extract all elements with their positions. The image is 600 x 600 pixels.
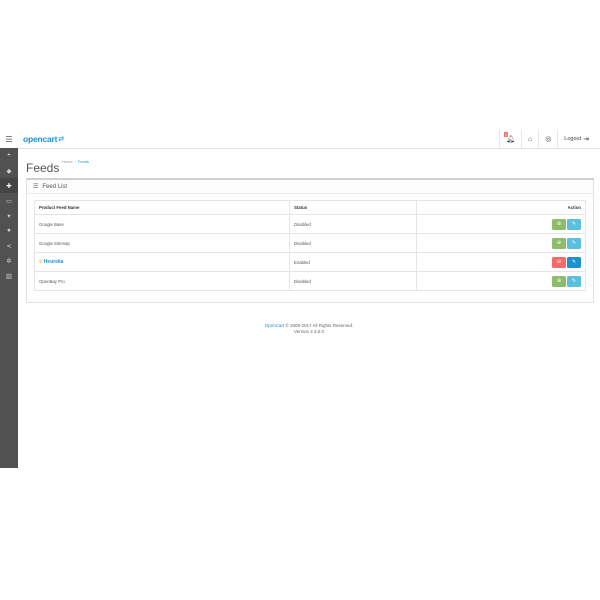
feed-actions: ⊕ ✎ bbox=[416, 271, 586, 291]
alerts-button[interactable]: 0 🔔︎ bbox=[499, 130, 521, 148]
edit-button[interactable]: ✎ bbox=[567, 218, 581, 230]
feed-name: OpenBay Pro bbox=[34, 271, 290, 291]
feed-table: Product Feed Name Status Action Google B… bbox=[34, 200, 586, 291]
pencil-icon: ✎ bbox=[571, 240, 577, 246]
column-header-name: Product Feed Name bbox=[34, 200, 290, 215]
heureka-icon: ⚲ bbox=[39, 259, 43, 265]
footer-version: Version 2.3.0.0 bbox=[293, 329, 325, 334]
table-row: Google Sitemap Disabled ⊕ ✎ bbox=[34, 233, 586, 253]
cart-icon: ⇄ bbox=[58, 136, 65, 143]
opencart-link[interactable]: OpenCart bbox=[265, 323, 285, 328]
help-button[interactable]: ◎ bbox=[538, 130, 557, 148]
page-title: Feeds bbox=[26, 161, 60, 176]
user-icon: ● bbox=[7, 227, 11, 234]
footer-copyright: © 2009-2017 All Rights Reserved. bbox=[285, 323, 354, 328]
panel-heading: ☰ Feed List bbox=[27, 180, 593, 194]
breadcrumb-feeds[interactable]: Feeds bbox=[78, 159, 89, 164]
pencil-icon: ✎ bbox=[571, 278, 577, 284]
pencil-icon: ✎ bbox=[571, 259, 577, 265]
logo-text: opencart bbox=[23, 134, 58, 144]
edit-button[interactable]: ✎ bbox=[567, 275, 581, 287]
install-button[interactable]: ⊕ bbox=[552, 237, 566, 249]
feed-list-panel: ☰ Feed List Product Feed Name Status Act… bbox=[26, 178, 594, 303]
tag-icon: ◆ bbox=[6, 167, 12, 175]
uninstall-button[interactable]: ⊖ bbox=[552, 256, 566, 268]
feed-actions: ⊕ ✎ bbox=[416, 214, 586, 234]
breadcrumb-home[interactable]: Home bbox=[62, 159, 73, 164]
plus-circle-icon: ⊕ bbox=[556, 278, 562, 284]
puzzle-icon: ✚ bbox=[6, 182, 12, 190]
panel-title: Feed List bbox=[42, 183, 68, 190]
sidebar-item-customers[interactable]: ● bbox=[0, 223, 18, 238]
logout-label: Logout bbox=[564, 136, 582, 142]
edit-button[interactable]: ✎ bbox=[567, 237, 581, 249]
share-icon: ≺ bbox=[6, 242, 12, 250]
feed-status: Enabled bbox=[289, 252, 417, 272]
feed-actions: ⊖ ✎ bbox=[416, 252, 586, 272]
header-icons: 0 🔔︎ ⌂ ◎ Logout ⇥ bbox=[499, 130, 595, 148]
table-row: ⚲ Heureka Enabled ⊖ ✎ bbox=[34, 252, 586, 272]
plus-circle-icon: ⊕ bbox=[556, 221, 562, 227]
install-button[interactable]: ⊕ bbox=[552, 275, 566, 287]
home-button[interactable]: ⌂ bbox=[520, 130, 538, 148]
feed-status: Disabled bbox=[289, 233, 417, 253]
opencart-admin: ☰ opencart ⇄ 0 🔔︎ ⌂ ◎ Logout ⇥ ◓ ◆ ✚ ▭ ▾… bbox=[0, 130, 600, 468]
column-header-status: Status bbox=[289, 200, 417, 215]
feed-name: Google Base bbox=[34, 214, 290, 234]
monitor-icon: ▭ bbox=[5, 197, 13, 205]
sidebar-item-dashboard[interactable]: ◓ bbox=[0, 148, 18, 163]
dashboard-icon: ◓ bbox=[7, 152, 11, 159]
sidebar-item-reports[interactable]: ▥ bbox=[0, 268, 18, 283]
pencil-icon: ✎ bbox=[571, 221, 577, 227]
sidebar-item-marketing[interactable]: ≺ bbox=[0, 238, 18, 253]
cart-icon: ▾ bbox=[7, 212, 11, 220]
feed-status: Disabled bbox=[289, 214, 417, 234]
cog-icon: ✲ bbox=[6, 257, 12, 265]
feed-name: ⚲ Heureka bbox=[34, 252, 290, 272]
sign-out-icon: ⇥ bbox=[583, 136, 589, 143]
table-row: Google Base Disabled ⊕ ✎ bbox=[34, 214, 586, 234]
main-content: Feeds Home / Feeds ☰ Feed List Product Fee… bbox=[18, 148, 600, 468]
menu-toggle-icon[interactable]: ☰ bbox=[0, 130, 18, 148]
breadcrumb: Home / Feeds bbox=[62, 159, 89, 164]
feed-status: Disabled bbox=[289, 271, 417, 291]
heureka-name: Heureka bbox=[43, 259, 64, 265]
footer: OpenCart © 2009-2017 All Rights Reserved… bbox=[18, 323, 600, 335]
table-header-row: Product Feed Name Status Action bbox=[34, 200, 586, 215]
plus-circle-icon: ⊕ bbox=[556, 240, 562, 246]
alert-badge: 0 bbox=[504, 132, 509, 137]
sidebar: ◓ ◆ ✚ ▭ ▾ ● ≺ ✲ ▥ bbox=[0, 148, 18, 468]
sidebar-item-extensions[interactable]: ✚ bbox=[0, 178, 18, 193]
top-header: ☰ opencart ⇄ 0 🔔︎ ⌂ ◎ Logout ⇥ bbox=[0, 130, 600, 149]
home-icon: ⌂ bbox=[527, 135, 533, 143]
bar-chart-icon: ▥ bbox=[5, 272, 13, 280]
opencart-logo[interactable]: opencart ⇄ bbox=[23, 134, 64, 144]
feed-name: Google Sitemap bbox=[34, 233, 290, 253]
life-ring-icon: ◎ bbox=[545, 136, 552, 143]
feed-actions: ⊕ ✎ bbox=[416, 233, 586, 253]
sidebar-item-system[interactable]: ✲ bbox=[0, 253, 18, 268]
list-icon: ☰ bbox=[33, 184, 39, 190]
edit-button[interactable]: ✎ bbox=[567, 256, 581, 268]
install-button[interactable]: ⊕ bbox=[552, 218, 566, 230]
sidebar-item-design[interactable]: ▭ bbox=[0, 193, 18, 208]
logout-button[interactable]: Logout ⇥ bbox=[557, 130, 595, 148]
table-row: OpenBay Pro Disabled ⊕ ✎ bbox=[34, 271, 586, 291]
column-header-action: Action bbox=[416, 200, 586, 215]
sidebar-item-sales[interactable]: ▾ bbox=[0, 208, 18, 223]
heureka-logo: ⚲ Heureka bbox=[39, 259, 63, 265]
sidebar-item-catalog[interactable]: ◆ bbox=[0, 163, 18, 178]
minus-circle-icon: ⊖ bbox=[556, 259, 562, 265]
